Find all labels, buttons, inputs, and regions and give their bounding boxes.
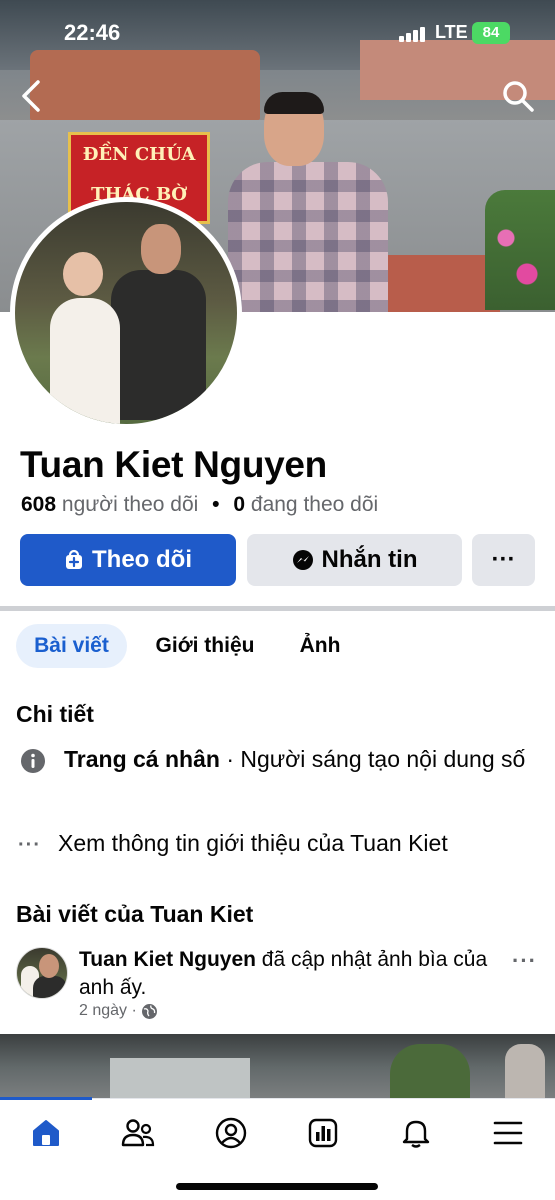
post-options-button[interactable]: ··· bbox=[512, 948, 537, 974]
more-icon: ··· bbox=[491, 546, 516, 573]
home-icon[interactable] bbox=[28, 1115, 64, 1151]
tab-posts[interactable]: Bài viết bbox=[16, 624, 127, 668]
message-button[interactable]: Nhắn tin bbox=[247, 534, 462, 586]
post-image-roof bbox=[110, 1058, 250, 1100]
profile-name: Tuan Kiet Nguyen bbox=[20, 444, 327, 485]
section-divider bbox=[0, 606, 555, 611]
followers-count[interactable]: 608 bbox=[21, 493, 56, 516]
messenger-icon bbox=[292, 549, 314, 571]
post-header: Tuan Kiet Nguyen đã cập nhật ảnh bìa của… bbox=[79, 946, 489, 1002]
post-author-name[interactable]: Tuan Kiet Nguyen bbox=[79, 948, 256, 971]
cover-flowers bbox=[485, 190, 555, 310]
see-about-label: Xem thông tin giới thiệu của Tuan Kiet bbox=[58, 830, 448, 856]
post-image-person bbox=[505, 1044, 545, 1100]
stats-separator: • bbox=[212, 493, 220, 516]
posts-section-title: Bài viết của Tuan Kiet bbox=[16, 901, 254, 927]
status-bar: 22:46 LTE 84 bbox=[0, 0, 555, 66]
network-label: LTE bbox=[435, 22, 468, 42]
home-indicator[interactable] bbox=[176, 1183, 378, 1190]
back-button[interactable] bbox=[16, 78, 48, 114]
battery-level: 84 bbox=[482, 24, 500, 41]
follow-button[interactable]: Theo dõi bbox=[20, 534, 236, 586]
chevron-left-icon bbox=[22, 80, 40, 112]
page-category: · Người sáng tạo nội dung số bbox=[219, 746, 526, 772]
follow-icon bbox=[64, 549, 84, 571]
menu-icon[interactable] bbox=[490, 1115, 526, 1151]
avatar-child bbox=[45, 242, 125, 424]
profile-stats: 608 người theo dõi • 0 đang theo dõi bbox=[21, 493, 378, 517]
message-label: Nhắn tin bbox=[321, 546, 418, 573]
search-icon bbox=[503, 81, 534, 112]
more-actions-button[interactable]: ··· bbox=[472, 534, 535, 586]
profile-icon[interactable] bbox=[213, 1115, 249, 1151]
post-time[interactable]: 2 ngày bbox=[79, 1002, 127, 1020]
avatar-man bbox=[111, 224, 206, 424]
dashboard-icon[interactable] bbox=[305, 1115, 341, 1151]
detail-text: Trang cá nhân · Người sáng tạo nội dung … bbox=[64, 744, 544, 775]
cover-person bbox=[228, 92, 388, 312]
tab-photos[interactable]: Ảnh bbox=[284, 624, 356, 668]
post-author-avatar[interactable] bbox=[16, 947, 68, 999]
friends-icon[interactable] bbox=[120, 1115, 156, 1151]
post-image[interactable] bbox=[0, 1034, 555, 1100]
details-title: Chi tiết bbox=[16, 701, 94, 727]
info-icon bbox=[20, 748, 46, 774]
status-time: 22:46 bbox=[64, 20, 121, 45]
ellipsis-icon: ··· bbox=[18, 834, 41, 856]
post-meta-separator: · bbox=[127, 1002, 142, 1019]
page-type-label: Trang cá nhân bbox=[64, 746, 220, 772]
tab-about[interactable]: Giới thiệu bbox=[142, 624, 268, 668]
following-label[interactable]: đang theo dõi bbox=[251, 493, 378, 516]
globe-icon bbox=[141, 1003, 158, 1020]
notifications-icon[interactable] bbox=[398, 1115, 434, 1151]
follow-label: Theo dõi bbox=[92, 546, 192, 573]
cover-tiles bbox=[380, 255, 500, 312]
active-tab-indicator bbox=[0, 1097, 92, 1100]
profile-avatar[interactable] bbox=[10, 197, 242, 429]
signal-icon bbox=[399, 26, 427, 42]
search-button[interactable] bbox=[500, 78, 536, 114]
post-meta: 2 ngày · bbox=[79, 1002, 158, 1020]
post-image-tree bbox=[390, 1044, 470, 1100]
followers-label[interactable]: người theo dõi bbox=[62, 493, 198, 516]
battery-icon: 84 bbox=[472, 22, 510, 44]
following-count[interactable]: 0 bbox=[233, 493, 245, 516]
